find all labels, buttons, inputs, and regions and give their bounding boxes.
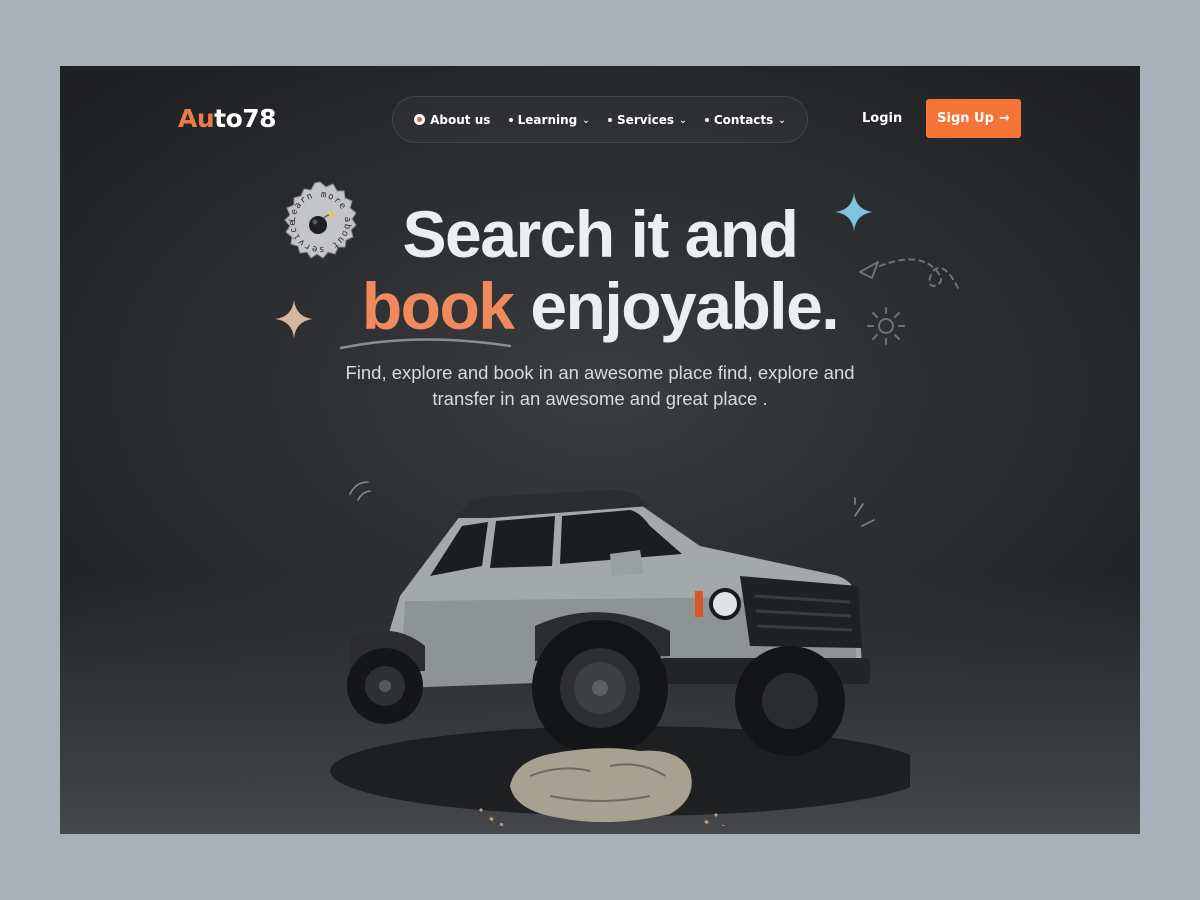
main-nav: About us Learning ⌄ Services ⌄ Contacts … <box>392 96 808 143</box>
chevron-down-icon: ⌄ <box>582 115 590 126</box>
hero-headline-line-2: book enjoyable. <box>60 268 1140 344</box>
hero-subtitle: Find, explore and book in an awesome pla… <box>345 362 855 409</box>
wheel-rear <box>347 648 423 724</box>
logo-rest: to78 <box>214 104 277 133</box>
nav-item-label: Services <box>617 112 675 127</box>
nav-item-learning[interactable]: Learning ⌄ <box>508 112 590 127</box>
brand-logo[interactable]: Auto78 <box>178 104 277 133</box>
logo-accent: Au <box>178 104 215 133</box>
nav-item-about-us[interactable]: About us <box>414 113 490 127</box>
signup-label: Sign Up <box>937 111 994 126</box>
arrow-right-icon: → <box>998 111 1010 126</box>
chevron-down-icon: ⌄ <box>778 115 786 126</box>
bullet-icon <box>704 117 709 122</box>
login-link[interactable]: Login <box>862 111 902 126</box>
suv-image <box>330 481 910 826</box>
nav-item-label: Contacts <box>713 112 774 127</box>
nav-item-services[interactable]: Services ⌄ <box>608 113 687 127</box>
bullet-icon <box>608 117 613 122</box>
underline-swoosh <box>339 338 512 350</box>
hero-highlight-word: book <box>361 269 515 343</box>
active-indicator-icon <box>414 114 426 125</box>
nav-item-contacts[interactable]: Contacts ⌄ <box>704 112 786 127</box>
hero-frame: Auto78 About us Learning ⌄ Services ⌄ Co… <box>60 66 1140 834</box>
signup-button[interactable]: Sign Up → <box>926 99 1021 138</box>
chevron-down-icon: ⌄ <box>679 115 687 126</box>
hero-headline-line-1: Search it and <box>402 197 799 271</box>
wheel-front-right <box>735 646 845 756</box>
nav-item-label: About us <box>430 112 491 127</box>
hero-headline-rest: enjoyable. <box>513 269 839 343</box>
wheel-front-left <box>532 620 668 756</box>
nav-item-label: Learning <box>517 112 578 127</box>
bullet-icon <box>508 117 513 122</box>
